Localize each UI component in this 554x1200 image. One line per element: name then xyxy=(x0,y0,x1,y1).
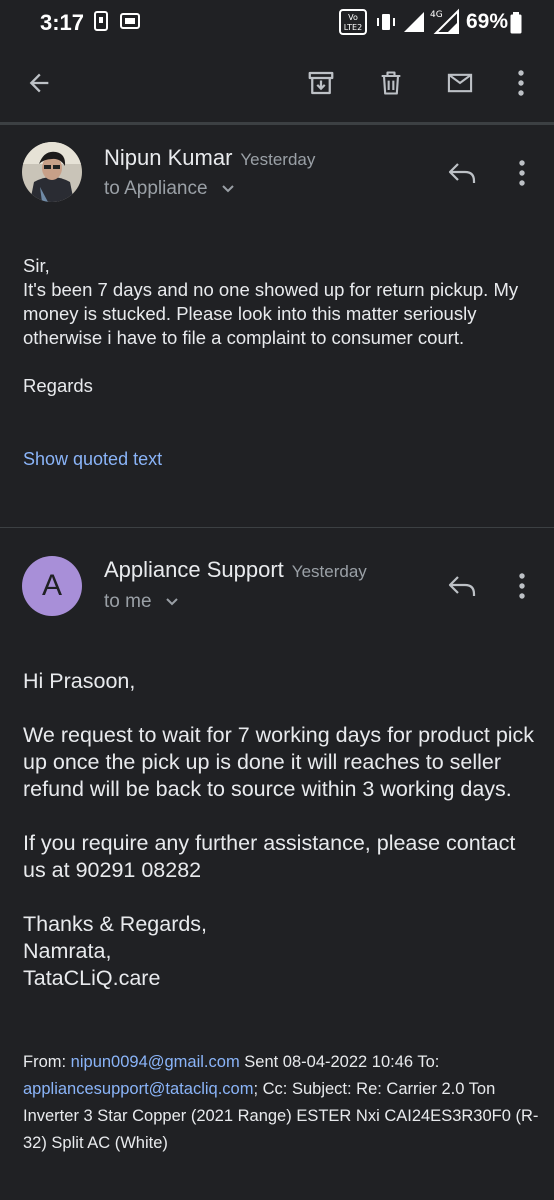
more-vert-icon[interactable] xyxy=(504,66,538,100)
recipient-toggle[interactable]: to me xyxy=(104,591,179,613)
quoted-header: From: nipun0094@gmail.com Sent 08-04-202… xyxy=(23,1049,543,1157)
vibrate-icon xyxy=(375,11,397,38)
recipient-toggle[interactable]: to Appliance xyxy=(104,178,235,200)
email-toolbar xyxy=(0,46,554,122)
sender-name: Nipun Kumar Yesterday xyxy=(104,145,315,171)
from-email-link[interactable]: nipun0094@gmail.com xyxy=(71,1053,240,1071)
to-email-link[interactable]: appliancesupport@tatacliq.com xyxy=(23,1080,253,1098)
status-time: 3:17 xyxy=(40,10,85,35)
chevron-down-icon xyxy=(221,178,235,200)
from-label: From: xyxy=(23,1053,71,1071)
reply-icon[interactable] xyxy=(444,155,480,191)
battery-percent: 69% xyxy=(466,10,509,33)
message-time: Yesterday xyxy=(240,150,316,169)
body-line-blank xyxy=(23,350,533,374)
svg-text:4G: 4G xyxy=(430,10,443,20)
show-quoted-text-link[interactable]: Show quoted text xyxy=(23,449,162,470)
message-1: Nipun Kumar Yesterday to Appliance Sir, I… xyxy=(0,125,554,527)
body-line: Regards xyxy=(23,375,93,396)
recipient-text: to me xyxy=(104,591,152,613)
sender-name-text: Appliance Support xyxy=(104,557,284,582)
volte-icon: Vo LTE2 xyxy=(339,9,367,40)
signal-icon xyxy=(402,11,426,38)
sender-name-text: Nipun Kumar xyxy=(104,145,233,170)
signature-line: Thanks & Regards, xyxy=(23,912,208,936)
reply-icon[interactable] xyxy=(444,568,480,604)
back-arrow-icon[interactable] xyxy=(22,66,56,100)
sim-icon xyxy=(120,11,140,36)
greeting: Hi Prasoon, xyxy=(23,669,136,693)
avatar-letter: A xyxy=(41,569,62,602)
archive-icon[interactable] xyxy=(304,66,338,100)
more-vert-icon[interactable] xyxy=(512,571,532,601)
message-body: Sir, It's been 7 days and no one showed … xyxy=(23,254,533,398)
delete-icon[interactable] xyxy=(374,66,408,100)
notification-icon xyxy=(94,11,108,36)
message-time: Yesterday xyxy=(291,562,367,581)
sent-text: Sent 08-04-2022 10:46 To: xyxy=(239,1053,440,1071)
body-paragraph: We request to wait for 7 working days fo… xyxy=(23,723,535,801)
status-bar: 3:17 Vo LTE2 4G 69% xyxy=(0,0,554,46)
battery-icon xyxy=(510,12,522,39)
chevron-down-icon xyxy=(165,591,179,613)
more-vert-icon[interactable] xyxy=(512,158,532,188)
mark-unread-icon[interactable] xyxy=(443,66,477,100)
avatar[interactable]: A xyxy=(22,556,82,616)
signature-line: TataCLiQ.care xyxy=(23,966,161,990)
recipient-text: to Appliance xyxy=(104,178,208,200)
body-line: Sir, xyxy=(23,255,50,276)
avatar[interactable] xyxy=(22,142,82,202)
svg-text:LTE2: LTE2 xyxy=(344,23,362,32)
body-paragraph: If you require any further assistance, p… xyxy=(23,831,516,882)
svg-text:Vo: Vo xyxy=(348,13,358,22)
signature-line: Namrata, xyxy=(23,939,112,963)
sender-name: Appliance Support Yesterday xyxy=(104,557,367,583)
body-line: It's been 7 days and no one showed up fo… xyxy=(23,279,519,348)
message-body: Hi Prasoon, We request to wait for 7 wor… xyxy=(23,668,543,992)
signal-4g-icon: 4G xyxy=(428,8,460,39)
message-2: A Appliance Support Yesterday to me Hi Pr… xyxy=(0,528,554,1200)
